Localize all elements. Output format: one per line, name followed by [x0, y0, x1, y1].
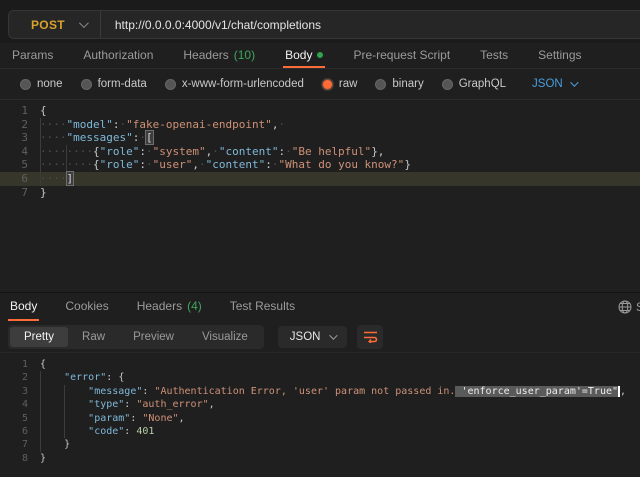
chevron-down-icon[interactable]: [79, 18, 89, 28]
indent-guide: [40, 385, 41, 398]
code-line[interactable]: 7 }: [0, 438, 640, 451]
code-line[interactable]: 5········{"role":·"user",·"content":·"Wh…: [0, 158, 640, 172]
indent-guide: [66, 158, 67, 172]
code-line[interactable]: 4 "type": "auth_error",: [0, 398, 640, 411]
body-type-row: none form-data x-www-form-urlencoded raw…: [0, 69, 640, 100]
line-number: 3: [0, 385, 28, 398]
radio-icon: [81, 79, 92, 90]
tab-params[interactable]: Params: [10, 43, 55, 68]
request-url-bar: POST http://0.0.0.0:4000/v1/chat/complet…: [0, 0, 640, 43]
code-line[interactable]: 4········{"role":·"system",·"content":·"…: [0, 145, 640, 159]
line-number: 1: [0, 104, 28, 118]
tab-authorization[interactable]: Authorization: [81, 43, 155, 68]
radio-icon: [375, 79, 386, 90]
line-number: 2: [0, 118, 28, 132]
text-wrap-button[interactable]: [357, 325, 383, 349]
radio-none[interactable]: none: [20, 78, 63, 90]
view-preview[interactable]: Preview: [119, 327, 188, 347]
code-line[interactable]: 3····"messages":·[: [0, 131, 640, 145]
indent-guide: [40, 158, 41, 172]
indent-guide: [40, 145, 41, 159]
line-number: 8: [0, 452, 28, 465]
chevron-down-icon: [570, 78, 578, 86]
code-line[interactable]: 7}: [0, 186, 640, 200]
code-line[interactable]: 1{: [0, 104, 640, 118]
code-line[interactable]: 2 "error": {: [0, 371, 640, 384]
indent-guide: [40, 412, 41, 425]
indent-guide: [40, 438, 41, 451]
line-number: 3: [0, 131, 28, 145]
line-number: 7: [0, 438, 28, 451]
divider: [100, 11, 101, 38]
indent-guide: [64, 398, 65, 411]
indent-guide: [40, 425, 41, 438]
response-tab-test-results[interactable]: Test Results: [228, 293, 297, 321]
radio-binary[interactable]: binary: [375, 78, 423, 90]
line-number: 4: [0, 398, 28, 411]
radio-graphql[interactable]: GraphQL: [442, 78, 506, 90]
response-tab-body[interactable]: Body: [8, 293, 39, 321]
globe-icon[interactable]: [614, 300, 636, 314]
code-line[interactable]: 8}: [0, 452, 640, 465]
line-number: 5: [0, 158, 28, 172]
code-line[interactable]: 6····]: [0, 172, 640, 186]
indent-guide: [64, 425, 65, 438]
radio-icon: [165, 79, 176, 90]
code-line[interactable]: 2····"model":·"fake-openai-endpoint",·: [0, 118, 640, 132]
line-number: 7: [0, 186, 28, 200]
response-toolbar: Pretty Raw Preview Visualize JSON: [0, 321, 640, 353]
body-modified-dot-icon: [317, 52, 323, 58]
indent-guide: [40, 398, 41, 411]
code-line[interactable]: 5 "param": "None",: [0, 412, 640, 425]
view-pretty[interactable]: Pretty: [10, 327, 68, 347]
radio-x-www-form-urlencoded[interactable]: x-www-form-urlencoded: [165, 78, 304, 90]
code-line[interactable]: 6 "code": 401: [0, 425, 640, 438]
tab-headers[interactable]: Headers(10): [181, 43, 257, 68]
response-tabs: Body Cookies Headers(4) Test Results S: [0, 292, 640, 321]
indent-guide: [40, 131, 41, 145]
line-number: 4: [0, 145, 28, 159]
radio-icon: [20, 79, 31, 90]
code-line[interactable]: 3 "message": "Authentication Error, 'use…: [0, 385, 640, 398]
response-headers-count-badge: (4): [187, 299, 202, 313]
headers-count-badge: (10): [234, 48, 255, 62]
line-number: 1: [0, 358, 28, 371]
text-wrap-icon: [363, 330, 378, 343]
radio-selected-icon: [322, 79, 333, 90]
view-switcher: Pretty Raw Preview Visualize: [8, 325, 264, 349]
response-tab-headers[interactable]: Headers(4): [135, 293, 204, 321]
url-input[interactable]: http://0.0.0.0:4000/v1/chat/completions: [115, 18, 321, 32]
tab-pre-request-script[interactable]: Pre-request Script: [351, 43, 452, 68]
response-body-viewer[interactable]: 1{2 "error": {3 "message": "Authenticati…: [0, 353, 640, 474]
indent-guide: [40, 118, 41, 132]
view-visualize[interactable]: Visualize: [188, 327, 262, 347]
response-tab-cookies[interactable]: Cookies: [63, 293, 110, 321]
radio-raw[interactable]: raw: [322, 78, 358, 90]
view-raw[interactable]: Raw: [68, 327, 119, 347]
tab-tests[interactable]: Tests: [478, 43, 510, 68]
code-line[interactable]: 1{: [0, 358, 640, 371]
url-box: POST http://0.0.0.0:4000/v1/chat/complet…: [8, 10, 640, 39]
tab-body[interactable]: Body: [283, 43, 325, 68]
raw-language-selector[interactable]: JSON: [532, 78, 576, 90]
indent-guide: [66, 145, 67, 159]
line-number: 2: [0, 371, 28, 384]
request-body-editor[interactable]: 1{2····"model":·"fake-openai-endpoint",·…: [0, 100, 640, 292]
indent-guide: [40, 371, 41, 384]
chevron-down-icon: [330, 331, 338, 339]
method-selector[interactable]: POST: [9, 18, 79, 32]
indent-guide: [64, 385, 65, 398]
tab-settings[interactable]: Settings: [536, 43, 583, 68]
indent-guide: [64, 412, 65, 425]
status-text-clipped: S: [636, 300, 640, 314]
radio-form-data[interactable]: form-data: [81, 78, 147, 90]
line-number: 6: [0, 172, 28, 186]
indent-guide: [40, 172, 41, 186]
line-number: 6: [0, 425, 28, 438]
request-tabs: Params Authorization Headers(10) Body Pr…: [0, 43, 640, 69]
response-format-dropdown[interactable]: JSON: [278, 326, 348, 348]
line-number: 5: [0, 412, 28, 425]
radio-icon: [442, 79, 453, 90]
